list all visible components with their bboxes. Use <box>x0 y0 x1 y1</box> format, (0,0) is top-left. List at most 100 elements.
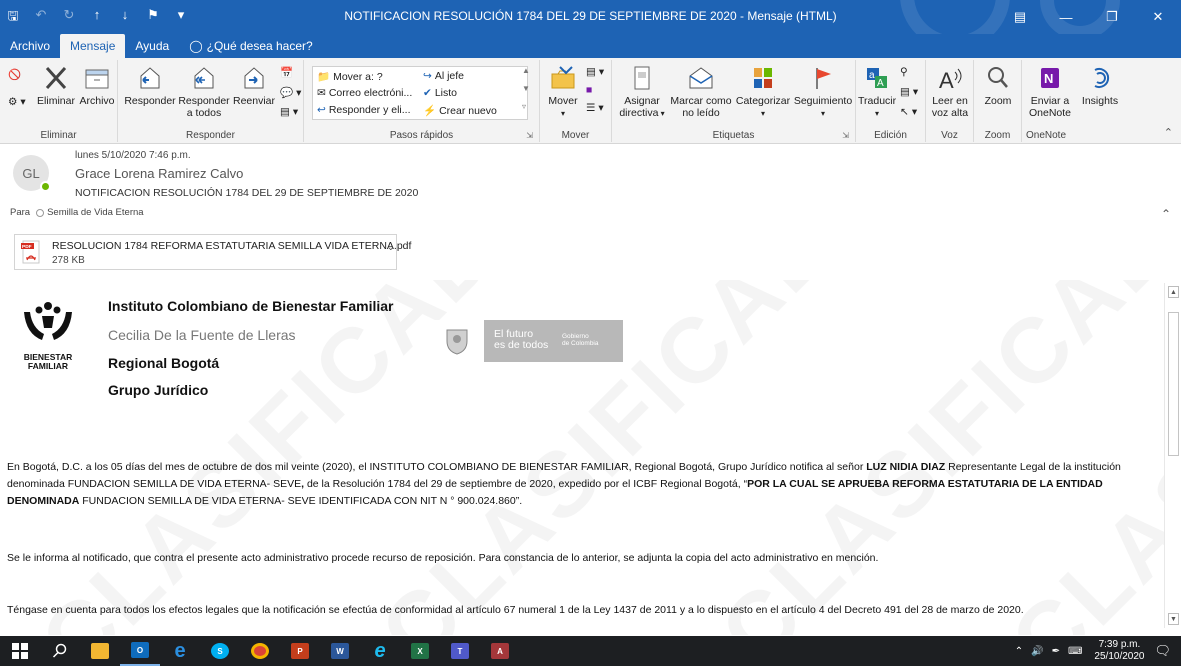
read-aloud-label-1: Leer en <box>932 95 968 107</box>
quick-steps-launcher[interactable]: ⇲ <box>526 131 533 140</box>
tags-launcher[interactable]: ⇲ <box>842 131 849 140</box>
quick-step-move-to[interactable]: 📁 Mover a: ? <box>317 70 383 84</box>
recipient-name[interactable]: Semilla de Vida Eterna <box>47 207 143 218</box>
insights-button[interactable]: Insights <box>1078 64 1122 107</box>
read-aloud-button[interactable]: A Leer en voz alta <box>930 64 970 119</box>
scroll-thumb[interactable] <box>1168 312 1179 456</box>
read-aloud-label-2: voz alta <box>931 107 969 119</box>
maximize-button[interactable]: ❐ <box>1089 0 1135 34</box>
followup-button[interactable]: Seguimiento ▾ <box>792 64 854 120</box>
quick-step-to-manager[interactable]: ↪ Al jefe <box>423 70 464 82</box>
read-aloud-icon: A <box>939 68 962 92</box>
collapse-header-icon[interactable]: ⌃ <box>1161 207 1171 221</box>
rules-icon[interactable]: ▤ ▾ <box>586 66 604 78</box>
cleanup-icon[interactable]: ⚙ ▾ <box>8 96 26 108</box>
tell-me-search[interactable]: ◯ ¿Qué desea hacer? <box>179 34 323 58</box>
vertical-scrollbar[interactable]: ▲ ▼ <box>1164 283 1181 628</box>
scroll-up-arrow[interactable]: ▲ <box>1168 286 1179 298</box>
tab-archivo[interactable]: Archivo <box>0 34 60 58</box>
send-to-onenote-button[interactable]: N Enviar a OneNote <box>1026 64 1074 119</box>
system-tray: ⌃ 🔊 ✒ ⌨ 7:39 p.m. 25/10/2020 🗨 <box>1015 636 1181 666</box>
translate-icon: aA <box>867 68 887 89</box>
gallery-scroll-down[interactable]: ▼ <box>522 84 530 93</box>
sender-name[interactable]: Grace Lorena Ramirez Calvo <box>75 166 243 181</box>
teams-icon[interactable]: T <box>440 636 480 666</box>
outlook-icon[interactable]: O <box>120 636 160 666</box>
excel-icon[interactable]: X <box>400 636 440 666</box>
reply-delete-icon: ↩ <box>317 104 326 116</box>
reply-all-button[interactable]: Responder a todos <box>176 64 232 119</box>
im-reply-icon[interactable]: 💬 ▾ <box>280 86 301 100</box>
internet-explorer-icon[interactable]: e <box>360 636 400 666</box>
message-subject: NOTIFICACION RESOLUCIÓN 1784 DEL 29 DE S… <box>75 187 419 199</box>
powerpoint-icon[interactable]: P <box>280 636 320 666</box>
move-folder-icon <box>551 66 575 89</box>
close-button[interactable]: ✕ <box>1135 0 1181 34</box>
start-button[interactable] <box>0 636 40 666</box>
meeting-reply-icon[interactable]: 📅 <box>280 66 293 79</box>
translate-button[interactable]: aA Traducir ▾ <box>858 64 896 120</box>
gallery-scroll-up[interactable]: ▲ <box>522 66 530 75</box>
group-label-etiquetas: Etiquetas <box>712 130 755 141</box>
zoom-button[interactable]: Zoom <box>978 64 1018 107</box>
translate-label: Traducir <box>858 95 897 107</box>
access-icon[interactable]: A <box>480 636 520 666</box>
quick-step-create-new[interactable]: ⚡ Crear nuevo <box>423 104 497 118</box>
related-icon[interactable]: ▤ ▾ <box>900 86 918 98</box>
chrome-icon[interactable] <box>240 636 280 666</box>
quick-step-done[interactable]: ✔ Listo <box>423 87 457 99</box>
onenote-move-icon[interactable]: ■ <box>586 84 592 96</box>
group-zoom: Zoom Zoom <box>974 60 1022 142</box>
delete-label: Eliminar <box>37 95 75 107</box>
attachment-dropdown-icon[interactable]: ⌄ <box>387 242 395 253</box>
collapse-ribbon-icon[interactable]: ⌃ <box>1164 126 1173 139</box>
zoom-label: Zoom <box>984 95 1012 107</box>
clock[interactable]: 7:39 p.m. 25/10/2020 <box>1094 639 1144 663</box>
notifications-icon[interactable]: 🗨 <box>1154 643 1171 659</box>
search-icon[interactable] <box>40 636 80 666</box>
scroll-down-arrow[interactable]: ▼ <box>1168 613 1179 625</box>
ribbon-display-options-icon[interactable]: ▤ <box>997 0 1043 34</box>
forward-label: Reenviar <box>232 95 276 107</box>
gallery-more[interactable]: ▿ <box>522 102 526 111</box>
actions-icon[interactable]: ☰ ▾ <box>586 102 604 114</box>
archive-button[interactable]: Archivo <box>78 64 116 107</box>
file-explorer-icon[interactable] <box>80 636 120 666</box>
keyboard-icon[interactable]: ⌨ <box>1068 646 1082 657</box>
mark-label-2: no leído <box>682 107 720 119</box>
categorize-button[interactable]: Categorizar ▾ <box>734 64 792 120</box>
tab-mensaje[interactable]: Mensaje <box>60 34 126 58</box>
archive-icon <box>85 69 109 89</box>
more-reply-icon[interactable]: ▤ ▾ <box>280 106 298 118</box>
group-onenote: N Enviar a OneNote Insights OneNote <box>1022 60 1126 142</box>
attachment-card[interactable]: PDF RESOLUCION 1784 REFORMA ESTATUTARIA … <box>14 234 411 270</box>
ignore-icon[interactable]: 🚫 <box>8 68 21 81</box>
pen-icon[interactable]: ✒ <box>1052 646 1060 657</box>
ribbon: 🚫 ⚙ ▾ Eliminar Archivo Eliminar Responder… <box>0 58 1181 144</box>
word-icon[interactable]: W <box>320 636 360 666</box>
mark-unread-button[interactable]: Marcar como no leído <box>668 64 734 119</box>
volume-icon[interactable]: 🔊 <box>1031 646 1043 657</box>
insights-label: Insights <box>1081 95 1119 107</box>
select-icon[interactable]: ↖ ▾ <box>900 106 917 118</box>
delete-x-icon <box>45 66 67 90</box>
quick-step-email[interactable]: ✉ Correo electróni... <box>317 87 412 99</box>
attachment-size: 278 KB <box>52 255 85 266</box>
quick-step-reply-delete[interactable]: ↩ Responder y eli... <box>317 104 411 116</box>
edge-legacy-icon[interactable]: e <box>160 636 200 666</box>
assign-policy-button[interactable]: Asignar directiva ▾ <box>616 64 668 120</box>
minimize-button[interactable]: — <box>1043 0 1089 34</box>
reply-button[interactable]: Responder <box>124 64 176 107</box>
delete-button[interactable]: Eliminar <box>36 64 76 107</box>
find-icon[interactable]: ⚲ <box>900 66 908 78</box>
skype-icon[interactable]: S <box>200 636 240 666</box>
group-label-onenote: OneNote <box>1025 130 1067 141</box>
show-hidden-icons-icon[interactable]: ⌃ <box>1015 646 1023 657</box>
svg-text:N: N <box>1044 71 1053 86</box>
forward-button[interactable]: Reenviar <box>232 64 276 107</box>
move-button[interactable]: Mover ▾ <box>544 64 582 120</box>
window-controls: ▤ — ❐ ✕ <box>997 0 1181 34</box>
p1-text: de la Resolución 1784 del 29 de septiemb… <box>304 478 748 490</box>
tab-ayuda[interactable]: Ayuda <box>125 34 179 58</box>
to-label: Para <box>10 207 31 218</box>
